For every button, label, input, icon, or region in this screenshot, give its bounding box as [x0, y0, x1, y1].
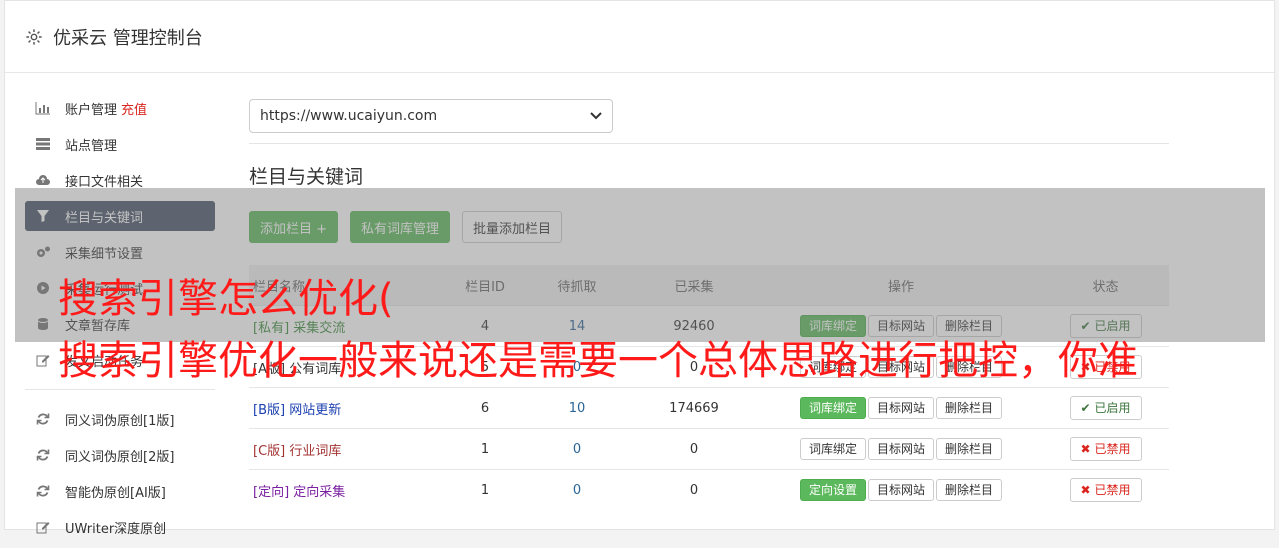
cell-pending[interactable]: 0: [526, 428, 628, 470]
sidebar-item-label: 同义词伪原创[1版]: [65, 413, 175, 429]
cell-actions: 词库绑定 目标网站 删除栏目: [760, 428, 1042, 470]
divider: [249, 143, 1169, 144]
sidebar-divider: [25, 389, 215, 390]
sidebar-item-label: UWriter深度原创: [65, 521, 167, 537]
sidebar-item-uwriter[interactable]: UWriter深度原创: [25, 512, 215, 542]
sidebar-item-label: 站点管理: [65, 138, 118, 154]
gear-icon: [26, 28, 42, 45]
status-label: 已启用: [1094, 401, 1131, 415]
sidebar-item-label: 智能伪原创[AI版]: [65, 485, 166, 501]
delete-column-button[interactable]: 删除栏目: [936, 397, 1003, 419]
sidebar-item-ai-rewrite[interactable]: 智能伪原创[AI版]: [25, 476, 215, 506]
table-row: [定向] 定向采集 1 0 0 定向设置 目标网站 删除栏目 ✖ 已禁用: [249, 469, 1169, 510]
refresh-icon: [35, 411, 51, 427]
cell-collected: 174669: [628, 387, 760, 429]
section-title: 栏目与关键词: [249, 166, 364, 188]
server-icon: [35, 136, 51, 152]
sidebar-item-label: 同义词伪原创[2版]: [65, 449, 175, 465]
cell-id: 1: [444, 428, 526, 470]
cell-id: 6: [444, 387, 526, 429]
cell-status: ✖ 已禁用: [1042, 428, 1169, 470]
close-icon: ✖: [1080, 442, 1091, 456]
header: 优采云 管理控制台: [5, 1, 1274, 73]
cell-name: [定向] 定向采集: [249, 469, 444, 510]
cell-collected: 0: [628, 428, 760, 470]
cell-name: [C版] 行业词库: [249, 428, 444, 470]
edit-icon: [35, 519, 51, 535]
cell-actions: 定向设置 目标网站 删除栏目: [760, 469, 1042, 510]
cell-collected: 0: [628, 469, 760, 510]
sidebar-item-sites[interactable]: 站点管理: [25, 129, 215, 159]
sidebar-item-account[interactable]: 账户管理 充值: [25, 93, 215, 123]
status-toggle[interactable]: ✖ 已禁用: [1069, 478, 1142, 502]
target-site-button[interactable]: 目标网站: [867, 438, 934, 460]
status-label: 已禁用: [1094, 483, 1131, 497]
cell-status: ✔ 已启用: [1042, 387, 1169, 429]
column-name-link[interactable]: 行业词库: [289, 444, 341, 459]
page-title: 优采云 管理控制台: [53, 27, 203, 49]
table-row: [C版] 行业词库 1 0 0 词库绑定 目标网站 删除栏目 ✖ 已禁用: [249, 428, 1169, 470]
sidebar-item-label: 接口文件相关: [65, 174, 144, 190]
recharge-link[interactable]: 充值: [121, 99, 147, 118]
chevron-down-icon: [590, 112, 602, 120]
refresh-icon: [35, 483, 51, 499]
bind-library-button[interactable]: 词库绑定: [799, 397, 866, 419]
column-tag: [C版]: [253, 443, 286, 459]
close-icon: ✖: [1080, 483, 1091, 497]
delete-column-button[interactable]: 删除栏目: [936, 438, 1003, 460]
column-name-link[interactable]: 网站更新: [289, 403, 341, 418]
sidebar-item-label: 账户管理: [65, 102, 118, 118]
bind-library-button[interactable]: 定向设置: [799, 479, 866, 501]
cell-name: [B版] 网站更新: [249, 387, 444, 429]
cloud-upload-icon: [35, 172, 51, 188]
sidebar-item-synonym-v2[interactable]: 同义词伪原创[2版]: [25, 440, 215, 470]
target-site-button[interactable]: 目标网站: [867, 397, 934, 419]
cell-pending[interactable]: 0: [526, 469, 628, 510]
cell-pending[interactable]: 10: [526, 387, 628, 429]
sidebar-item-synonym-v1[interactable]: 同义词伪原创[1版]: [25, 404, 215, 434]
target-site-button[interactable]: 目标网站: [867, 479, 934, 501]
cell-actions: 词库绑定 目标网站 删除栏目: [760, 387, 1042, 429]
table-row: [B版] 网站更新 6 10 174669 词库绑定 目标网站 删除栏目 ✔ 已启用: [249, 387, 1169, 429]
site-select[interactable]: https://www.ucaiyun.com: [249, 99, 613, 133]
site-select-value: https://www.ucaiyun.com: [260, 108, 438, 124]
edit-icon: [35, 352, 51, 368]
column-tag: [定向]: [253, 484, 290, 500]
check-icon: ✔: [1080, 401, 1091, 415]
status-label: 已禁用: [1094, 442, 1131, 456]
status-toggle[interactable]: ✖ 已禁用: [1069, 437, 1142, 461]
cell-status: ✖ 已禁用: [1042, 469, 1169, 510]
bind-library-button[interactable]: 词库绑定: [799, 438, 866, 460]
delete-column-button[interactable]: 删除栏目: [936, 479, 1003, 501]
bar-chart-icon: [35, 100, 51, 116]
status-toggle[interactable]: ✔ 已启用: [1069, 396, 1142, 420]
overlay-text-line2: 搜索引擎优化一般来说还是需要一个总体思路进行把控，你准: [58, 338, 1138, 384]
refresh-icon: [35, 447, 51, 463]
column-name-link[interactable]: 定向采集: [293, 485, 345, 500]
overlay-text-line1: 搜索引擎怎么优化(: [58, 276, 394, 322]
column-tag: [B版]: [253, 402, 286, 418]
cell-id: 1: [444, 469, 526, 510]
